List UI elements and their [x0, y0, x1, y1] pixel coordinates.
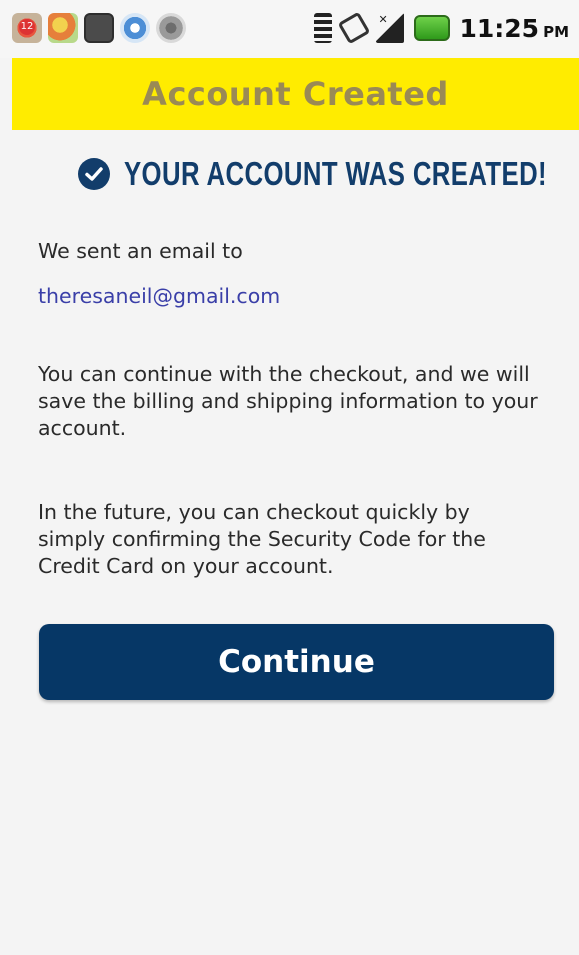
app-badge-icon: 12 [12, 13, 42, 43]
clock: 11:25 PM [460, 14, 570, 43]
continue-button-label: Continue [218, 644, 375, 680]
success-heading: YOUR ACCOUNT WAS CREATED! [78, 155, 579, 193]
clock-time: 11:25 [459, 13, 540, 43]
future-checkout-text: In the future, you can checkout quickly … [38, 500, 486, 578]
check-circle-icon [78, 158, 110, 190]
clock-ampm: PM [543, 22, 569, 41]
checkout-info-text: You can continue with the checkout, and … [38, 362, 538, 440]
notification-count: 12 [19, 19, 35, 35]
email-address: theresaneil@gmail.com [38, 284, 281, 308]
continue-button[interactable]: Continue [39, 624, 554, 700]
voicemail-icon [156, 13, 186, 43]
notification-area[interactable]: 12 [12, 12, 186, 44]
wifi-icon [313, 13, 332, 43]
media-icon [84, 13, 114, 43]
success-heading-text: YOUR ACCOUNT WAS CREATED! [124, 155, 548, 192]
vibrate-icon [337, 11, 370, 45]
weather-icon [48, 13, 78, 43]
sync-icon [120, 13, 150, 43]
system-status-area: ✕ 11:25 PM [313, 11, 570, 45]
page-title: Account Created [142, 75, 449, 113]
signal-icon: ✕ [375, 13, 404, 43]
email-sent-text: We sent an email to [38, 239, 243, 263]
battery-icon [413, 15, 450, 41]
status-bar: 12 ✕ 11:25 PM [0, 0, 579, 58]
title-bar: Account Created [12, 58, 579, 130]
